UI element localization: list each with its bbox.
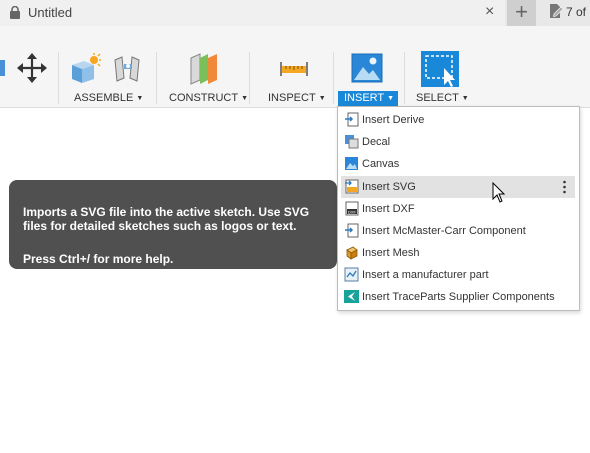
move-icon[interactable] — [16, 52, 48, 84]
decal-icon — [345, 135, 359, 149]
new-component-icon[interactable] — [68, 53, 102, 85]
construct-label: CONSTRUCT — [169, 92, 239, 104]
menu-item-insert-mcmaster[interactable]: Insert McMaster-Carr Component — [341, 220, 575, 242]
menu-item-decal[interactable]: Decal — [341, 131, 575, 153]
tooltip-description: Imports a SVG file into the active sketc… — [23, 205, 310, 233]
pager-text: 7 of — [566, 5, 587, 19]
insert-label: INSERT — [344, 92, 385, 104]
menu-item-label: Insert TraceParts Supplier Components — [362, 291, 555, 303]
menu-item-insert-svg[interactable]: Insert SVG — [341, 176, 575, 198]
menu-item-traceparts[interactable]: Insert TraceParts Supplier Components — [341, 286, 575, 308]
inspect-label: INSPECT — [268, 92, 316, 104]
select-menu[interactable]: SELECT ▼ — [416, 92, 469, 104]
canvas-icon — [345, 157, 358, 170]
document-edit-icon — [550, 4, 564, 18]
more-options-icon[interactable] — [563, 180, 566, 194]
document-title: Untitled — [28, 5, 73, 20]
svg-icon — [345, 179, 359, 194]
menu-item-canvas[interactable]: Canvas — [341, 153, 575, 175]
mesh-icon — [346, 246, 358, 260]
select-group: SELECT ▼ — [404, 26, 474, 108]
assemble-group: ASSEMBLE ▼ — [58, 26, 154, 108]
insert-dropdown-menu: Insert Derive Decal Canvas Insert SVG DX… — [337, 106, 580, 311]
menu-item-manufacturer-part[interactable]: Insert a manufacturer part — [341, 264, 575, 286]
construct-menu[interactable]: CONSTRUCT ▼ — [169, 92, 248, 104]
insert-menu[interactable]: INSERT ▼ — [338, 91, 399, 106]
assemble-menu[interactable]: ASSEMBLE ▼ — [74, 92, 143, 104]
menu-item-label: Insert DXF — [362, 203, 415, 215]
insert-group: INSERT ▼ — [333, 26, 403, 108]
toolbar: ASSEMBLE ▼ CONSTRUCT ▼ INSPECT ▼ INSERT … — [0, 26, 590, 108]
menu-item-label: Decal — [362, 136, 391, 148]
inspect-group: INSPECT ▼ — [249, 26, 331, 108]
svg-text:DXF: DXF — [348, 209, 357, 214]
menu-item-label: Insert Mesh — [362, 247, 420, 259]
select-icon[interactable] — [421, 51, 459, 87]
offset-plane-icon[interactable] — [188, 52, 222, 86]
manufacturer-part-icon — [344, 267, 359, 282]
menu-item-label: Insert Derive — [362, 114, 425, 126]
menu-item-label: Insert SVG — [362, 181, 416, 193]
select-label: SELECT — [416, 92, 459, 104]
tooltip-help-text: Press Ctrl+/ for more help. — [23, 252, 174, 266]
tab-bar: Untitled × + 7 of — [0, 0, 590, 26]
menu-item-label: Insert McMaster-Carr Component — [362, 225, 526, 237]
partial-tool-icon[interactable] — [0, 56, 6, 82]
dxf-icon: DXF — [345, 201, 359, 216]
insert-derive-icon — [345, 112, 359, 127]
menu-item-insert-mesh[interactable]: Insert Mesh — [341, 242, 575, 264]
document-tab[interactable]: Untitled × — [0, 0, 505, 26]
menu-item-label: Canvas — [362, 158, 400, 170]
mcmaster-icon — [345, 223, 359, 238]
new-tab-button[interactable]: + — [507, 0, 536, 26]
traceparts-icon — [344, 290, 359, 303]
construct-group: CONSTRUCT ▼ — [156, 26, 248, 108]
joint-icon[interactable] — [112, 54, 144, 84]
tab-pager[interactable]: 7 of — [544, 0, 590, 26]
menu-item-insert-dxf[interactable]: DXF Insert DXF — [341, 198, 575, 220]
inspect-menu[interactable]: INSPECT ▼ — [268, 92, 326, 104]
insert-svg-tooltip: Imports a SVG file into the active sketc… — [9, 180, 337, 269]
lock-icon — [10, 6, 20, 19]
mouse-pointer-icon — [492, 182, 506, 203]
assemble-label: ASSEMBLE — [74, 92, 134, 104]
close-tab-button[interactable]: × — [485, 3, 494, 21]
insert-image-icon[interactable] — [351, 53, 383, 83]
measure-icon[interactable] — [279, 58, 309, 80]
menu-item-insert-derive[interactable]: Insert Derive — [341, 109, 575, 131]
menu-item-label: Insert a manufacturer part — [362, 269, 489, 281]
